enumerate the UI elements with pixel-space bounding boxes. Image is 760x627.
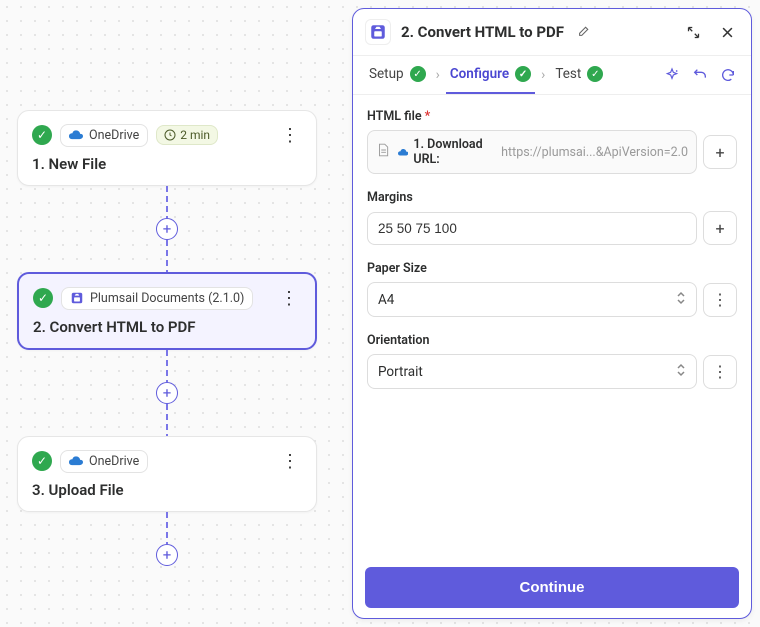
add-field-button[interactable]: + <box>703 135 737 169</box>
undo-button[interactable] <box>689 64 711 86</box>
chevron-right-icon: › <box>541 67 545 83</box>
tab-label: Test <box>555 66 581 82</box>
document-icon <box>376 142 390 162</box>
app-pill-plumsail: Plumsail Documents (2.1.0) <box>61 287 253 310</box>
workflow-node-new-file[interactable]: ✓ OneDrive 2 min ⋮ 1. New File <box>17 110 317 186</box>
tab-test[interactable]: Test ✓ <box>551 56 607 94</box>
tab-label: Setup <box>369 66 404 82</box>
node-menu-button[interactable]: ⋮ <box>277 286 301 310</box>
onedrive-icon <box>398 148 408 157</box>
config-tabs: Setup ✓ › Configure ✓ › Test ✓ <box>353 56 751 95</box>
check-icon: ✓ <box>33 288 53 308</box>
panel-title: 2. Convert HTML to PDF <box>401 23 564 41</box>
updown-icon <box>676 291 686 308</box>
panel-header: 2. Convert HTML to PDF <box>353 9 751 56</box>
add-field-button[interactable]: + <box>703 211 737 245</box>
orientation-select[interactable]: Portrait <box>367 354 697 389</box>
plumsail-icon <box>365 19 391 45</box>
orientation-label: Orientation <box>367 333 737 348</box>
add-step-button[interactable]: + <box>156 382 178 404</box>
paper-size-label: Paper Size <box>367 261 737 276</box>
tab-setup[interactable]: Setup ✓ <box>365 56 430 94</box>
app-label: OneDrive <box>89 128 139 143</box>
timer-pill: 2 min <box>156 125 218 145</box>
workflow-canvas: ✓ OneDrive 2 min ⋮ 1. New File + ✓ Plums… <box>12 110 322 566</box>
tab-label: Configure <box>450 66 509 82</box>
continue-button[interactable]: Continue <box>365 567 739 608</box>
config-form: HTML file* 1. Download URL: https://plum… <box>353 95 751 557</box>
mapped-field-chip: 1. Download URL: https://plumsai...&ApiV… <box>398 137 688 167</box>
margins-input[interactable] <box>367 212 697 245</box>
close-button[interactable] <box>715 20 739 44</box>
plumsail-icon <box>70 291 84 305</box>
node-menu-button[interactable]: ⋮ <box>278 449 302 473</box>
step-config-panel: 2. Convert HTML to PDF Setup ✓ › Configu… <box>352 8 752 619</box>
app-pill-onedrive: OneDrive <box>60 450 148 473</box>
workflow-node-convert-html[interactable]: ✓ Plumsail Documents (2.1.0) ⋮ 2. Conver… <box>17 272 317 350</box>
app-label: Plumsail Documents (2.1.0) <box>90 291 244 306</box>
node-menu-button[interactable]: ⋮ <box>278 123 302 147</box>
ai-sparkle-button[interactable] <box>661 64 683 86</box>
field-menu-button[interactable]: ⋮ <box>703 355 737 389</box>
chevron-right-icon: › <box>436 67 440 83</box>
expand-button[interactable] <box>681 20 705 44</box>
updown-icon <box>676 363 686 380</box>
clock-icon <box>164 129 176 141</box>
node-title: 3. Upload File <box>32 481 302 499</box>
select-value: A4 <box>378 292 394 308</box>
node-title: 1. New File <box>32 155 302 173</box>
workflow-node-upload-file[interactable]: ✓ OneDrive ⋮ 3. Upload File <box>17 436 317 512</box>
edit-title-button[interactable] <box>578 24 591 41</box>
check-icon: ✓ <box>410 66 426 82</box>
check-icon: ✓ <box>32 125 52 145</box>
onedrive-icon <box>69 456 83 466</box>
add-step-button[interactable]: + <box>156 218 178 240</box>
refresh-button[interactable] <box>717 64 739 86</box>
html-file-input[interactable]: 1. Download URL: https://plumsai...&ApiV… <box>367 130 697 174</box>
onedrive-icon <box>69 130 83 140</box>
tab-configure[interactable]: Configure ✓ <box>446 56 535 94</box>
connector-line <box>166 186 168 218</box>
check-icon: ✓ <box>515 66 531 82</box>
connector-line <box>166 404 168 436</box>
margins-label: Margins <box>367 190 737 205</box>
check-icon: ✓ <box>587 66 603 82</box>
select-value: Portrait <box>378 364 423 380</box>
connector-line <box>166 240 168 272</box>
connector-line <box>166 350 168 382</box>
field-menu-button[interactable]: ⋮ <box>703 283 737 317</box>
panel-footer: Continue <box>353 557 751 618</box>
timer-label: 2 min <box>180 128 210 142</box>
connector-line <box>166 512 168 544</box>
app-label: OneDrive <box>89 454 139 469</box>
check-icon: ✓ <box>32 451 52 471</box>
paper-size-select[interactable]: A4 <box>367 282 697 317</box>
add-step-button[interactable]: + <box>156 544 178 566</box>
app-pill-onedrive: OneDrive <box>60 124 148 147</box>
node-title: 2. Convert HTML to PDF <box>33 318 301 336</box>
html-file-label: HTML file* <box>367 109 737 124</box>
chip-url: https://plumsai...&ApiVersion=2.0 <box>501 145 688 160</box>
